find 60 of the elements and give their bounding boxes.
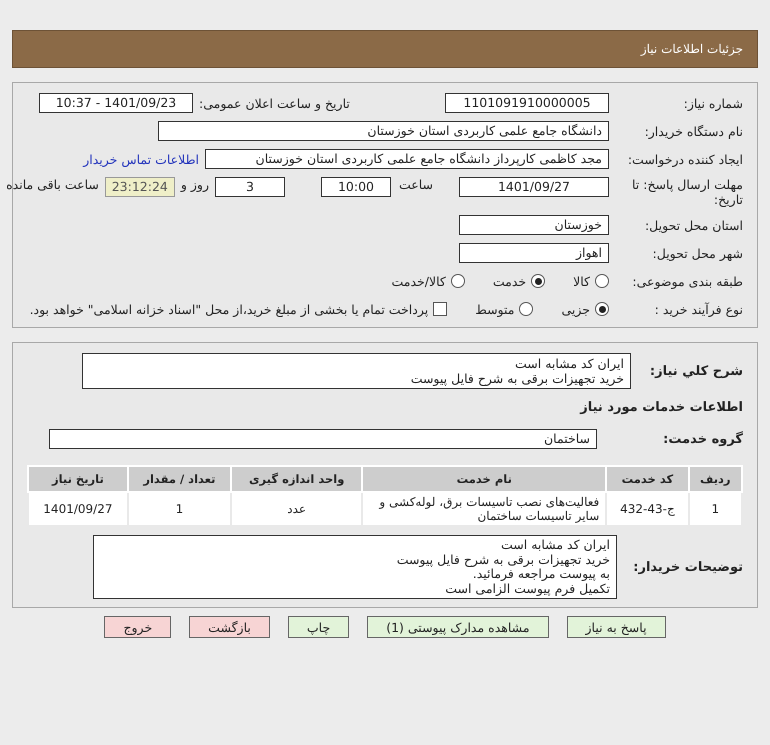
field-label: ایجاد کننده درخواست:	[626, 152, 743, 166]
remaining-time-field: 23:12:24	[104, 177, 175, 197]
radio-option[interactable]: کالا/خدمت	[391, 274, 465, 288]
column-header: تعداد / مقدار	[128, 466, 232, 492]
deadline-time-field: 10:00	[320, 177, 391, 197]
column-header: ردیف	[688, 466, 742, 492]
radio-button[interactable]	[519, 302, 534, 316]
action-button[interactable]: مشاهده مدارک پیوستی (1)	[367, 616, 549, 638]
column-header: کد خدمت	[606, 466, 689, 492]
table-cell: 1401/09/27	[28, 492, 128, 526]
radio-button[interactable]	[595, 274, 609, 288]
days-field: 3	[214, 177, 285, 197]
field-label: مهلت ارسال پاسخ: تا تاریخ:	[631, 177, 743, 207]
action-button[interactable]: چاپ	[288, 616, 350, 638]
buyer-contact-link[interactable]: اطلاعات تماس خریدار	[83, 152, 199, 166]
summary-text-area: ایران کد مشابه است خرید تجهیزات برقی به شرح فایل پیوست	[82, 353, 631, 389]
field-label: گروه خدمت:	[662, 432, 743, 446]
radio-option[interactable]: کالا	[573, 274, 609, 288]
action-button[interactable]: بازگشت	[189, 616, 270, 638]
field-label: شرح کلي نياز:	[648, 364, 743, 378]
field-label: نوع فرآیند خرید :	[654, 302, 743, 316]
province-field: خوزستان	[459, 215, 609, 235]
need-number-field: 1101091910000005	[445, 93, 609, 113]
radio-option[interactable]: خدمت	[492, 274, 546, 288]
radio-option[interactable]: متوسط	[475, 302, 534, 316]
field-label: تاریخ و ساعت اعلان عمومی:	[199, 96, 351, 110]
service-group-field: ساختمان	[49, 429, 597, 449]
column-header: نام خدمت	[362, 466, 606, 492]
radio-option[interactable]: جزیی	[561, 302, 609, 316]
table-cell: 1	[688, 492, 742, 526]
checkbox[interactable]	[433, 302, 448, 316]
table-cell: فعالیت‌های نصب تاسیسات برق، لوله‌کشی و سایر تاسیسات ساختمان	[362, 492, 606, 526]
field-label: استان محل تحویل:	[644, 218, 743, 232]
announce-date-field: 1401/09/23 - 10:37	[39, 93, 193, 113]
field-label: شماره نیاز:	[682, 96, 743, 110]
city-field: اهواز	[459, 243, 609, 263]
field-label: توضیحات خریدار:	[632, 560, 743, 574]
radio-button[interactable]	[531, 274, 546, 288]
column-header: واحد اندازه گیری	[231, 466, 362, 492]
field-label: روز و	[180, 177, 209, 192]
radio-button[interactable]	[450, 274, 465, 288]
column-header: تاریخ نیاز	[28, 466, 128, 492]
action-button[interactable]: پاسخ به نیاز	[566, 616, 666, 638]
table-cell: ج-43-432	[606, 492, 689, 526]
requester-field: مجد کاظمی کارپرداز دانشگاه جامع علمی کاربردی استان خوزستان	[205, 149, 609, 169]
section-title: اطلاعات خدمات مورد نیاز	[580, 400, 743, 414]
buyer-notes-text-area: ایران کد مشابه است خرید تجهیزات برقی به شرح فایل پیوست به پیوست مراجعه فرمائید. تکمیل فرم پیوست الزامی است	[93, 535, 617, 599]
field-label: طبقه بندی موضوعی:	[631, 274, 743, 288]
buyer-field: دانشگاه جامع علمی کاربردی استان خوزستان	[158, 121, 609, 141]
table-cell: عدد	[231, 492, 362, 526]
payment-option[interactable]: پرداخت تمام یا بخشی از مبلغ خرید،از محل "اسناد خزانه اسلامی" خواهد بود.	[30, 302, 448, 316]
field-label: شهر محل تحویل:	[652, 246, 743, 260]
field-label: نام دستگاه خریدار:	[644, 124, 743, 138]
field-label: ساعت	[398, 177, 433, 192]
page-title: جزئیات اطلاعات نیاز	[640, 42, 743, 56]
table-cell: 1	[128, 492, 232, 526]
deadline-date-field: 1401/09/27	[459, 177, 609, 197]
action-button[interactable]: خروج	[104, 616, 172, 638]
field-label: ساعت باقی مانده	[6, 177, 99, 192]
radio-button[interactable]	[595, 302, 609, 316]
